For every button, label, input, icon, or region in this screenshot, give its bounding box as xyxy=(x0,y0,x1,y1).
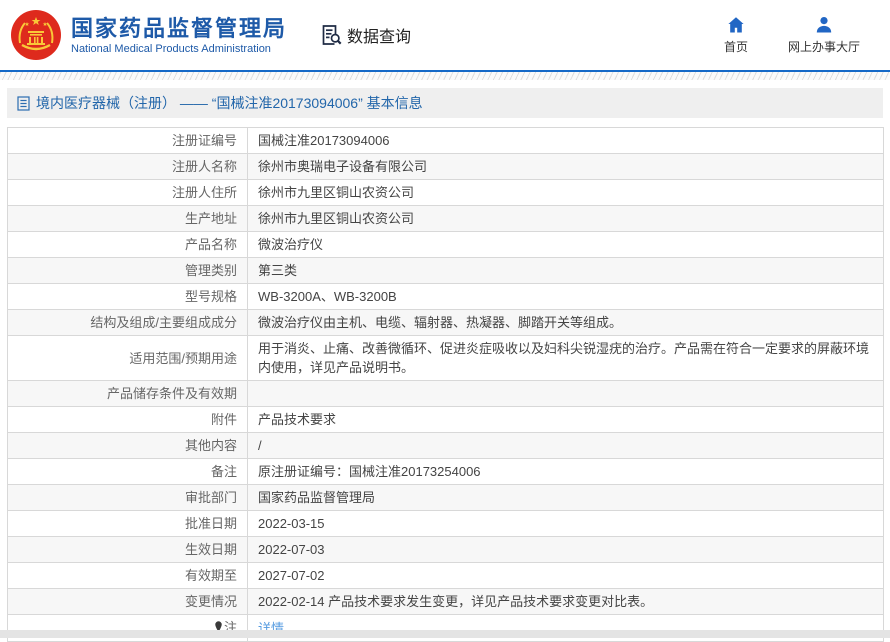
site-header: 国家药品监督管理局 National Medical Products Admi… xyxy=(0,0,890,70)
row-label: 其他内容 xyxy=(8,433,248,459)
row-label: 型号规格 xyxy=(8,284,248,310)
table-row: 注册人住所徐州市九里区铜山农资公司 xyxy=(8,180,884,206)
row-value: 2022-07-03 xyxy=(248,537,884,563)
row-label: 产品储存条件及有效期 xyxy=(8,381,248,407)
row-value: 国械注准20173094006 xyxy=(248,128,884,154)
nav-home[interactable]: 首页 xyxy=(724,15,748,55)
row-value: 产品技术要求 xyxy=(248,407,884,433)
row-label: 批准日期 xyxy=(8,511,248,537)
row-value: 用于消炎、止痛、改善微循环、促进炎症吸收以及妇科尖锐湿疣的治疗。产品需在符合一定… xyxy=(248,336,884,381)
info-table-body: 注册证编号国械注准20173094006注册人名称徐州市奥瑞电子设备有限公司注册… xyxy=(8,128,884,642)
table-row: 注册证编号国械注准20173094006 xyxy=(8,128,884,154)
table-row: 审批部门国家药品监督管理局 xyxy=(8,485,884,511)
table-row: 产品名称微波治疗仪 xyxy=(8,232,884,258)
nav-home-label: 首页 xyxy=(724,38,748,55)
table-row: 适用范围/预期用途用于消炎、止痛、改善微循环、促进炎症吸收以及妇科尖锐湿疣的治疗… xyxy=(8,336,884,381)
row-value: 徐州市九里区铜山农资公司 xyxy=(248,180,884,206)
striped-band xyxy=(0,72,890,80)
row-label: 产品名称 xyxy=(8,232,248,258)
row-value: 2022-03-15 xyxy=(248,511,884,537)
table-row: 管理类别第三类 xyxy=(8,258,884,284)
row-value: 第三类 xyxy=(248,258,884,284)
top-nav: 首页 网上办事大厅 xyxy=(724,15,860,55)
bottom-strip xyxy=(0,630,890,638)
brand[interactable]: 国家药品监督管理局 National Medical Products Admi… xyxy=(10,9,287,61)
person-icon xyxy=(814,15,834,35)
table-row: 生效日期2022-07-03 xyxy=(8,537,884,563)
data-query-icon xyxy=(319,23,343,47)
row-label: 附件 xyxy=(8,407,248,433)
row-label: 备注 xyxy=(8,459,248,485)
row-value: 微波治疗仪 xyxy=(248,232,884,258)
org-name-cn: 国家药品监督管理局 xyxy=(71,15,287,43)
row-label: 有效期至 xyxy=(8,563,248,589)
nav-service-hall[interactable]: 网上办事大厅 xyxy=(788,15,860,55)
row-label: 结构及组成/主要组成成分 xyxy=(8,310,248,336)
row-label: 变更情况 xyxy=(8,589,248,615)
row-label: 注册人住所 xyxy=(8,180,248,206)
row-value: 国家药品监督管理局 xyxy=(248,485,884,511)
row-label: 注册证编号 xyxy=(8,128,248,154)
row-value: / xyxy=(248,433,884,459)
table-row: 生产地址徐州市九里区铜山农资公司 xyxy=(8,206,884,232)
row-value: 2027-07-02 xyxy=(248,563,884,589)
document-icon xyxy=(17,96,30,111)
row-value xyxy=(248,381,884,407)
data-query-nav[interactable]: 数据查询 xyxy=(319,23,411,47)
table-row: 备注原注册证编号：国械注准20173254006 xyxy=(8,459,884,485)
table-row: 注册人名称徐州市奥瑞电子设备有限公司 xyxy=(8,154,884,180)
row-label: 审批部门 xyxy=(8,485,248,511)
row-value: 微波治疗仪由主机、电缆、辐射器、热凝器、脚踏开关等组成。 xyxy=(248,310,884,336)
row-label: 生效日期 xyxy=(8,537,248,563)
row-label: 管理类别 xyxy=(8,258,248,284)
row-label: 适用范围/预期用途 xyxy=(8,336,248,381)
national-emblem-icon xyxy=(10,9,62,61)
row-label: 生产地址 xyxy=(8,206,248,232)
table-row: 型号规格WB-3200A、WB-3200B xyxy=(8,284,884,310)
table-row: 批准日期2022-03-15 xyxy=(8,511,884,537)
row-value: 原注册证编号：国械注准20173254006 xyxy=(248,459,884,485)
nav-service-hall-label: 网上办事大厅 xyxy=(788,38,860,55)
row-value: 徐州市奥瑞电子设备有限公司 xyxy=(248,154,884,180)
table-row: 有效期至2027-07-02 xyxy=(8,563,884,589)
table-row: 结构及组成/主要组成成分微波治疗仪由主机、电缆、辐射器、热凝器、脚踏开关等组成。 xyxy=(8,310,884,336)
info-table: 注册证编号国械注准20173094006注册人名称徐州市奥瑞电子设备有限公司注册… xyxy=(7,127,884,642)
page-title-bar: 境内医疗器械（注册） —— “国械注准20173094006” 基本信息 xyxy=(7,88,883,118)
home-icon xyxy=(726,15,746,35)
row-value: 徐州市九里区铜山农资公司 xyxy=(248,206,884,232)
row-value: 2022-02-14 产品技术要求发生变更，详见产品技术要求变更对比表。 xyxy=(248,589,884,615)
main-content: 境内医疗器械（注册） —— “国械注准20173094006” 基本信息 注册证… xyxy=(0,88,890,642)
page-title: 境内医疗器械（注册） —— “国械注准20173094006” 基本信息 xyxy=(36,93,423,113)
org-name-en: National Medical Products Administration xyxy=(71,43,287,55)
table-row: 变更情况2022-02-14 产品技术要求发生变更，详见产品技术要求变更对比表。 xyxy=(8,589,884,615)
row-label: 注册人名称 xyxy=(8,154,248,180)
data-query-label: 数据查询 xyxy=(347,23,411,47)
table-row: 其他内容/ xyxy=(8,433,884,459)
row-value: WB-3200A、WB-3200B xyxy=(248,284,884,310)
table-row: 产品储存条件及有效期 xyxy=(8,381,884,407)
table-row: 附件产品技术要求 xyxy=(8,407,884,433)
